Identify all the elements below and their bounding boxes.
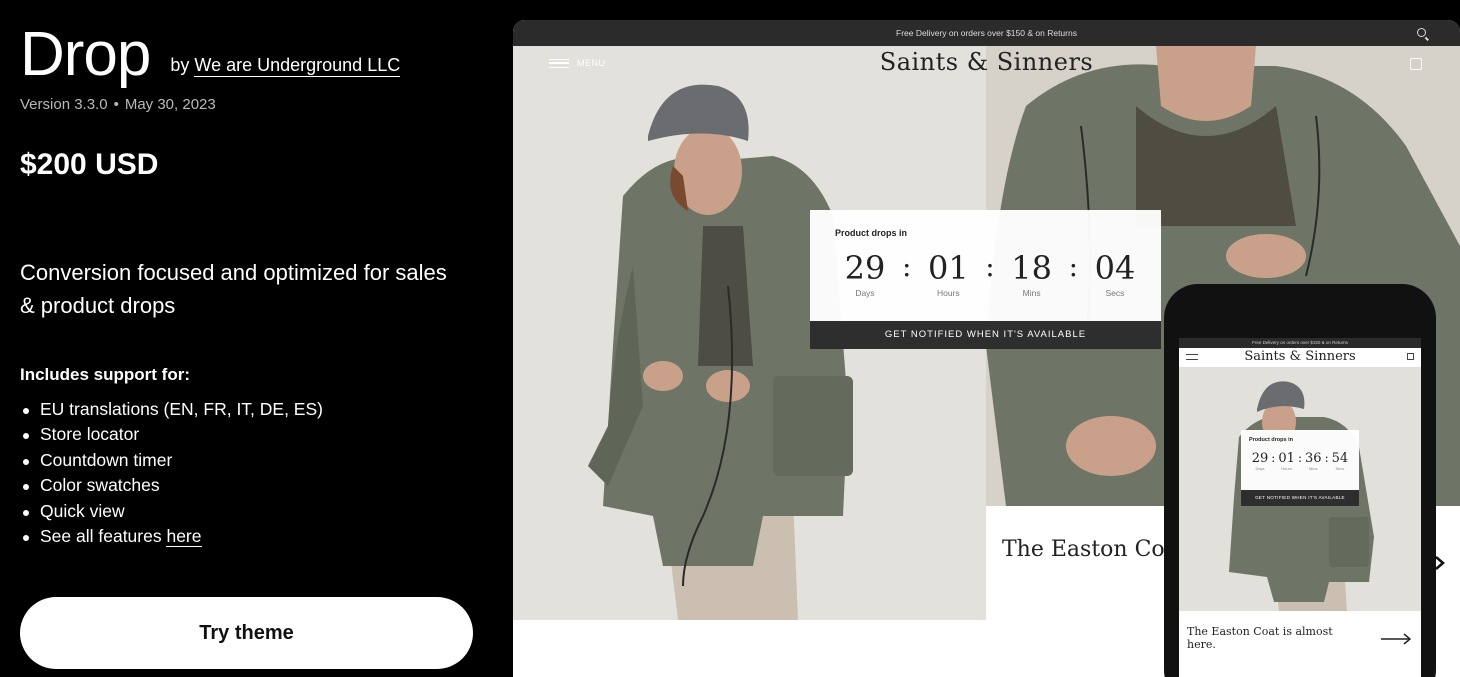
see-all-text: See all features (40, 525, 167, 546)
hours-caption: Hours (936, 288, 960, 298)
countdown-mins: 36 Mins (1304, 451, 1322, 472)
separator-dot: • (113, 96, 119, 113)
mobile-product-caption: The Easton Coat is almost here. (1179, 611, 1421, 677)
mobile-header: Saints & Sinners (1179, 348, 1421, 367)
mobile-announcement-bar: Free Delivery on orders over $150 & on R… (1179, 338, 1421, 348)
countdown-timer: Product drops in 29 Days : 01 Hours : 18… (810, 210, 1161, 349)
countdown-secs: 54 Secs (1331, 451, 1349, 472)
countdown-digits: 29 Days : 01 Hours : 18 Mins : 04 Secs (840, 250, 1140, 298)
days-caption: Days (1255, 466, 1265, 471)
by-prefix: by (170, 55, 190, 75)
list-item: Countdown timer (20, 448, 323, 473)
title-row: Drop by We are Underground LLC (20, 20, 401, 89)
list-item: EU translations (EN, FR, IT, DE, ES) (20, 397, 323, 422)
mins-caption: Mins (1022, 288, 1041, 298)
colon-separator: : (1068, 250, 1078, 283)
list-item: Color swatches (20, 473, 323, 498)
days-value: 29 (844, 249, 886, 287)
version-text: Version 3.3.0 (20, 96, 108, 113)
days-caption: Days (855, 288, 875, 298)
mobile-caption-text: The Easton Coat is almost here. (1187, 625, 1333, 651)
colon-separator: : (1297, 451, 1302, 465)
days-value: 29 (1251, 451, 1269, 466)
colon-separator: : (985, 250, 995, 283)
chevron-right-icon[interactable] (1433, 556, 1447, 570)
countdown-hours: 01 Hours (923, 250, 973, 298)
secs-value: 04 (1094, 249, 1136, 287)
colon-separator: : (1324, 451, 1329, 465)
mobile-store-logo[interactable]: Saints & Sinners (1179, 349, 1421, 364)
try-theme-button[interactable]: Try theme (20, 597, 473, 669)
mobile-notify-button[interactable]: GET NOTIFIED WHEN IT'S AVAILABLE (1241, 490, 1359, 506)
countdown-label: Product drops in (835, 228, 907, 238)
countdown-days: 29 Days (1251, 451, 1269, 472)
colon-separator: : (901, 250, 912, 283)
notify-button[interactable]: GET NOTIFIED WHEN IT'S AVAILABLE (810, 321, 1161, 349)
mobile-hero-image: Product drops in 29 Days : 01 Hours : 36… (1179, 367, 1421, 611)
store-logo[interactable]: Saints & Sinners (513, 48, 1460, 76)
hours-value: 01 (1278, 451, 1295, 466)
theme-info-panel: Drop by We are Underground LLC Version 3… (0, 0, 500, 677)
mobile-countdown-label: Product drops in (1249, 437, 1293, 443)
tagline: Conversion focused and optimized for sal… (20, 260, 447, 318)
mobile-screen: Free Delivery on orders over $150 & on R… (1179, 338, 1421, 677)
arrow-right-icon[interactable] (1381, 633, 1411, 645)
price: $200 USD (20, 148, 159, 181)
colon-separator: : (1271, 451, 1276, 465)
countdown-secs: 04 Secs (1090, 250, 1140, 298)
version-meta: Version 3.3.0 • May 30, 2023 (20, 96, 216, 113)
mins-caption: Mins (1309, 466, 1318, 471)
author-byline: by We are Underground LLC (170, 55, 401, 77)
list-item: Store locator (20, 422, 323, 447)
countdown-hours: 01 Hours (1278, 451, 1296, 472)
cart-icon[interactable] (1407, 353, 1414, 360)
support-heading: Includes support for: (20, 365, 190, 384)
countdown-days: 29 Days (840, 250, 890, 298)
hours-value: 01 (927, 249, 969, 287)
list-item: Quick view (20, 499, 323, 524)
cart-icon[interactable] (1410, 58, 1422, 70)
secs-caption: Secs (1105, 288, 1125, 298)
list-item-see-all: See all features here (20, 524, 323, 549)
mobile-countdown-digits: 29 Days : 01 Hours : 36 Mins : 54 Secs (1251, 451, 1349, 472)
theme-name: Drop (20, 20, 151, 89)
mobile-preview: Free Delivery on orders over $150 & on R… (1164, 284, 1436, 677)
hours-caption: Hours (1281, 466, 1292, 471)
feature-list: EU translations (EN, FR, IT, DE, ES) Sto… (20, 397, 323, 549)
announcement-text: Free Delivery on orders over $150 & on R… (896, 28, 1077, 38)
countdown-mins: 18 Mins (1007, 250, 1057, 298)
author-link[interactable]: We are Underground LLC (194, 55, 401, 77)
mobile-countdown-timer: Product drops in 29 Days : 01 Hours : 36… (1241, 430, 1359, 506)
features-link[interactable]: here (166, 525, 202, 547)
secs-value: 54 (1331, 451, 1349, 466)
secs-caption: Secs (1335, 466, 1345, 471)
search-icon[interactable] (1417, 28, 1426, 37)
mins-value: 36 (1305, 451, 1322, 466)
announcement-bar: Free Delivery on orders over $150 & on R… (513, 20, 1460, 46)
release-date: May 30, 2023 (124, 96, 216, 113)
mins-value: 18 (1011, 249, 1052, 287)
